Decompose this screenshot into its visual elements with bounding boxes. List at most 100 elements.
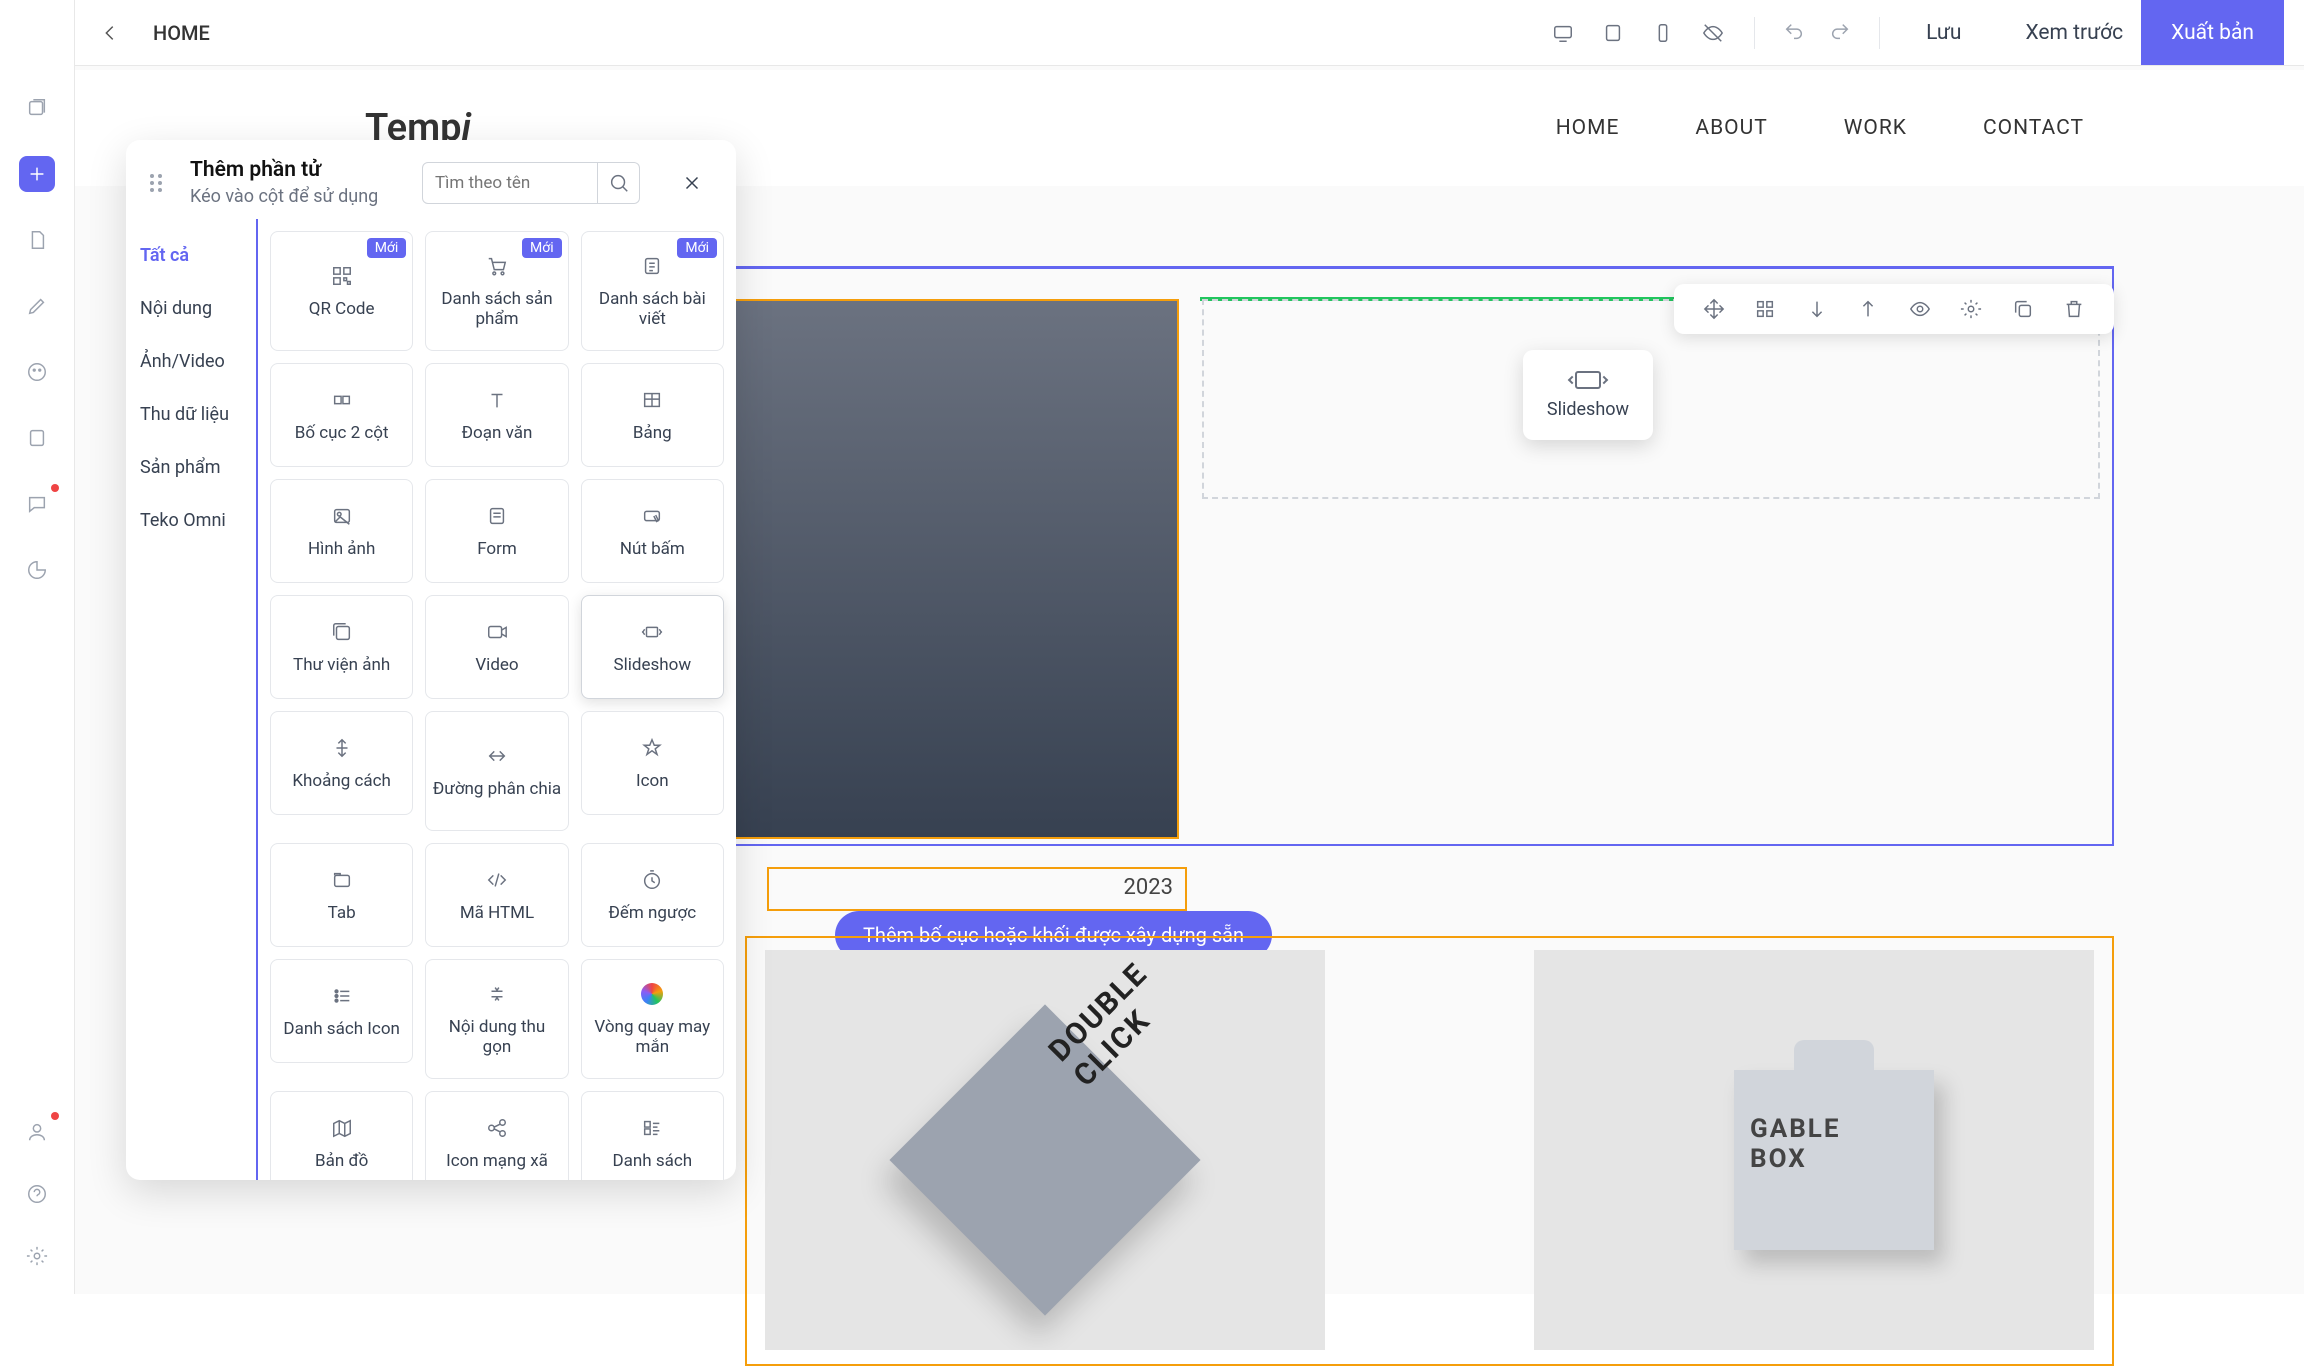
pen-icon[interactable] (19, 288, 55, 324)
save-button[interactable]: Lưu (1908, 13, 1979, 53)
element-vòng-quay-may-mắn[interactable]: Vòng quay may mắn (581, 959, 724, 1079)
element-icon (331, 503, 353, 529)
mobile-icon[interactable] (1650, 20, 1676, 46)
element-đường-phân-chia[interactable]: Đường phân chia (425, 711, 568, 831)
element-hình-ảnh[interactable]: Hình ảnh (270, 479, 413, 583)
element-bảng[interactable]: Bảng (581, 363, 724, 467)
element-grid: MớiQR CodeMớiDanh sách sản phẩmMớiDanh s… (258, 219, 736, 1180)
device-icon[interactable] (19, 420, 55, 456)
search-input[interactable] (422, 162, 598, 204)
element-icon-mạng-xã[interactable]: Icon mạng xã (425, 1091, 568, 1180)
file-icon[interactable] (19, 222, 55, 258)
element-icon (331, 735, 353, 761)
element-thư-viện-ảnh[interactable]: Thư viện ảnh (270, 595, 413, 699)
element-icon (641, 387, 663, 413)
category-media[interactable]: Ảnh/Video (126, 335, 256, 388)
element-mã-html[interactable]: Mã HTML (425, 843, 568, 947)
nav-home[interactable]: HOME (1556, 116, 1620, 140)
help-icon[interactable] (19, 1176, 55, 1212)
category-content[interactable]: Nội dung (126, 282, 256, 335)
undo-icon[interactable] (1783, 20, 1805, 46)
element-icon (331, 619, 353, 645)
element-slideshow[interactable]: Slideshow (581, 595, 724, 699)
chat-icon[interactable] (19, 486, 55, 522)
element-icon (486, 1115, 508, 1141)
element-label: Hình ảnh (302, 539, 381, 559)
year-text[interactable]: 2023 (767, 867, 1187, 911)
nav-work[interactable]: WORK (1844, 116, 1907, 140)
element-khoảng-cách[interactable]: Khoảng cách (270, 711, 413, 815)
visibility-toggle-icon[interactable] (1907, 296, 1933, 322)
card-2[interactable]: GABLEBOX (1534, 950, 2094, 1350)
site-nav: HOME ABOUT WORK CONTACT (1556, 116, 2084, 140)
chart-icon[interactable] (19, 552, 55, 588)
element-label: Đoạn văn (456, 423, 539, 443)
element-icon (331, 1115, 353, 1141)
element-qr-code[interactable]: MớiQR Code (270, 231, 413, 351)
new-badge: Mới (677, 238, 717, 258)
desktop-icon[interactable] (1550, 20, 1576, 46)
element-label: Danh sách Icon (277, 1019, 405, 1039)
pages-icon[interactable] (19, 90, 55, 126)
duplicate-icon[interactable] (2010, 296, 2036, 322)
element-label: Đếm ngược (603, 903, 703, 923)
element-nội-dung-thu-gọn[interactable]: Nội dung thu gọn (425, 959, 568, 1079)
publish-button[interactable]: Xuất bản (2141, 0, 2284, 65)
panel-drag-handle[interactable] (150, 174, 172, 192)
category-list: Tất cả Nội dung Ảnh/Video Thu dữ liệu Sả… (126, 219, 258, 1180)
element-đoạn-văn[interactable]: Đoạn văn (425, 363, 568, 467)
settings-icon[interactable] (19, 1238, 55, 1274)
close-panel-button[interactable] (672, 163, 712, 203)
element-label: Form (471, 539, 523, 559)
move-icon[interactable] (1701, 296, 1727, 322)
palette-icon[interactable] (19, 354, 55, 390)
search-button[interactable] (598, 162, 640, 204)
element-video[interactable]: Video (425, 595, 568, 699)
user-icon[interactable] (19, 1114, 55, 1150)
element-danh-sách-bài-viết[interactable]: MớiDanh sách bài viết (581, 231, 724, 351)
redo-icon[interactable] (1829, 20, 1851, 46)
delete-icon[interactable] (2061, 296, 2087, 322)
element-icon[interactable]: Icon (581, 711, 724, 815)
move-down-icon[interactable] (1804, 296, 1830, 322)
category-product[interactable]: Sản phẩm (126, 441, 256, 494)
element-icon (641, 503, 663, 529)
element-bố-cục-2-cột[interactable]: Bố cục 2 cột (270, 363, 413, 467)
back-button[interactable] (95, 18, 125, 48)
element-bản-đồ[interactable]: Bản đồ (270, 1091, 413, 1180)
element-label: Tab (322, 903, 362, 923)
grid-icon[interactable] (1752, 296, 1778, 322)
element-label: Bản đồ (309, 1151, 374, 1171)
category-teko[interactable]: Teko Omni (126, 494, 256, 547)
card-1[interactable]: DOUBLECLICK (765, 950, 1325, 1350)
drag-ghost-label: Slideshow (1547, 399, 1629, 420)
element-tab[interactable]: Tab (270, 843, 413, 947)
element-label: Mã HTML (454, 903, 540, 923)
element-label: Slideshow (608, 655, 698, 675)
element-danh-sách[interactable]: Danh sách (581, 1091, 724, 1180)
element-nút-bấm[interactable]: Nút bấm (581, 479, 724, 583)
element-danh-sách-sản-phẩm[interactable]: MớiDanh sách sản phẩm (425, 231, 568, 351)
panel-title: Thêm phần tử (190, 158, 378, 182)
visibility-icon[interactable] (1700, 20, 1726, 46)
nav-about[interactable]: ABOUT (1695, 116, 1767, 140)
element-danh-sách-icon[interactable]: Danh sách Icon (270, 959, 413, 1063)
element-form[interactable]: Form (425, 479, 568, 583)
element-label: Bảng (627, 423, 678, 443)
add-element-icon[interactable] (19, 156, 55, 192)
nav-contact[interactable]: CONTACT (1983, 116, 2084, 140)
gear-icon[interactable] (1958, 296, 1984, 322)
preview-button[interactable]: Xem trước (2008, 13, 2142, 53)
page-title: HOME (153, 21, 210, 45)
tablet-icon[interactable] (1600, 20, 1626, 46)
element-label: Vòng quay may mắn (582, 1017, 723, 1058)
element-đếm-ngược[interactable]: Đếm ngược (581, 843, 724, 947)
top-bar: HOME Lưu Xem trước Xuất bản (75, 0, 2304, 66)
cards-section[interactable]: DOUBLECLICK GABLEBOX (745, 936, 2114, 1366)
category-all[interactable]: Tất cả (126, 229, 256, 282)
slideshow-icon (1575, 371, 1601, 389)
element-label: Nút bấm (614, 539, 691, 559)
drag-ghost-slideshow: Slideshow (1523, 350, 1653, 440)
category-data[interactable]: Thu dữ liệu (126, 388, 256, 441)
move-up-icon[interactable] (1855, 296, 1881, 322)
